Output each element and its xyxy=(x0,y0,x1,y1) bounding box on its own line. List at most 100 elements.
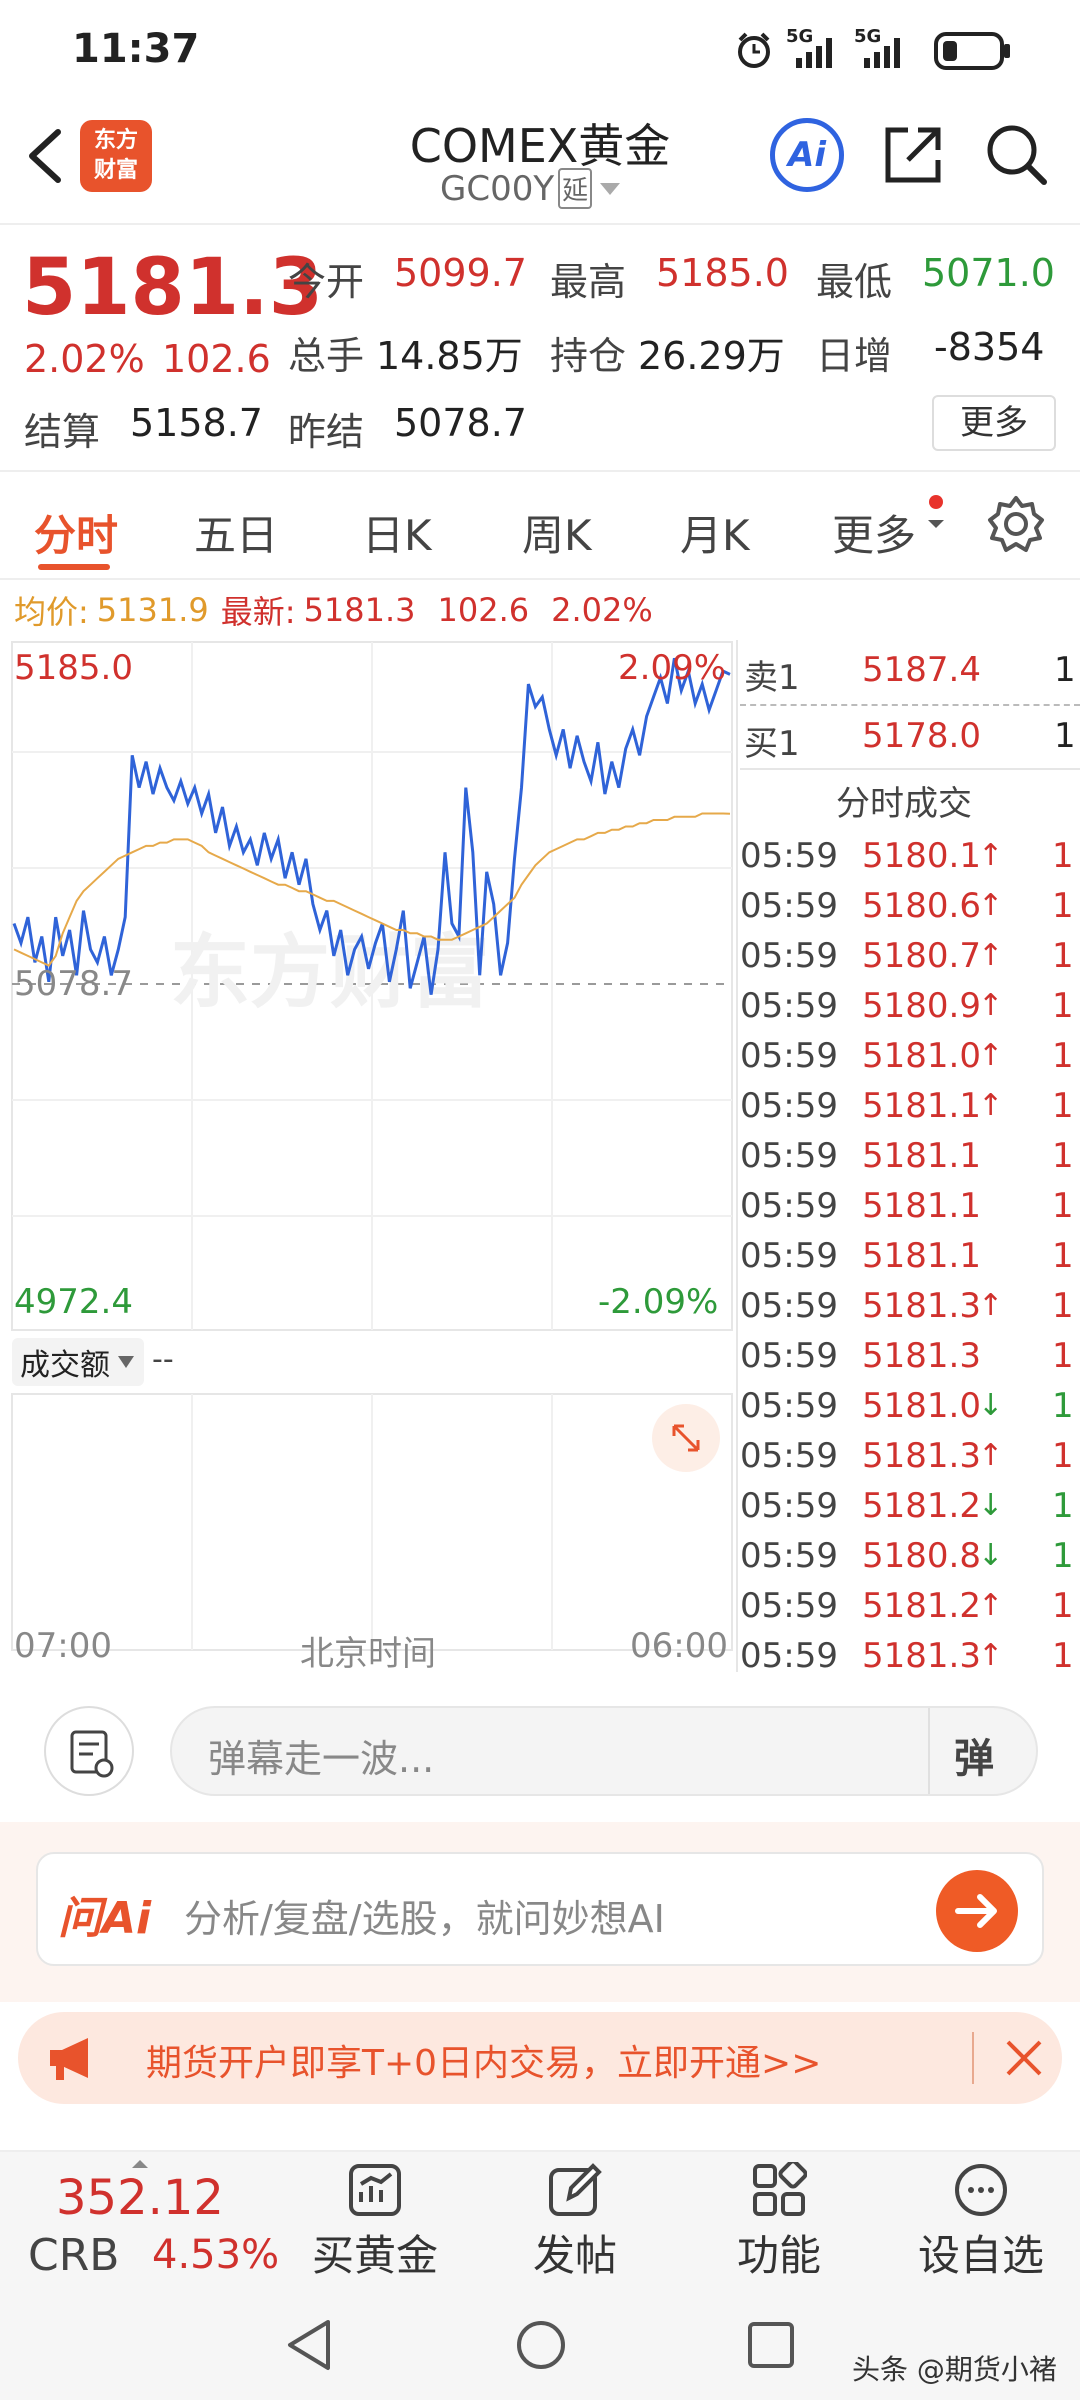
ask-price: 5187.4 xyxy=(862,650,981,690)
trade-price: 5181.3 xyxy=(862,1286,981,1326)
system-recents-icon[interactable] xyxy=(746,2320,796,2370)
tab-more[interactable]: 更多 xyxy=(832,502,916,563)
comment-settings-button[interactable] xyxy=(44,1706,134,1796)
tab-monthly-k[interactable]: 月K xyxy=(680,502,750,563)
instrument-code-row[interactable]: GC00Y 延 xyxy=(440,168,624,209)
search-icon[interactable] xyxy=(984,122,1050,188)
nav-buy-gold[interactable]: 买黄金 xyxy=(300,2162,450,2283)
open-value: 5099.7 xyxy=(394,251,527,295)
nav-functions[interactable]: 功能 xyxy=(704,2159,854,2283)
trade-row: 05:59 5181.0 ↓ 1 xyxy=(740,1386,1080,1436)
intraday-chart-area[interactable]: 东方财富 5185.0 2.09% 5078.7 4972.4 -2.09% 成… xyxy=(0,580,1080,1676)
caret-up-icon xyxy=(132,2160,148,2168)
tab-daily-k[interactable]: 日K xyxy=(362,502,432,563)
trade-row: 05:59 5180.8 ↓ 1 xyxy=(740,1536,1080,1586)
promo-divider xyxy=(972,2032,974,2084)
trade-price: 5181.0 xyxy=(862,1036,981,1076)
trade-time: 05:59 xyxy=(740,1186,838,1226)
trade-price: 5180.9 xyxy=(862,986,981,1026)
trade-qty: 1 xyxy=(1052,1036,1074,1076)
x-axis-label: 北京时间 xyxy=(300,1634,436,1674)
trade-arrow-icon: ↑ xyxy=(978,1038,1004,1073)
nav-post[interactable]: 发帖 xyxy=(500,2162,650,2283)
trade-row: 05:59 5181.3 ↑ 1 xyxy=(740,1636,1080,1686)
trade-price: 5181.0 xyxy=(862,1386,981,1426)
app-header: 东方 财富 COMEX黄金 GC00Y 延 Ai xyxy=(0,100,1080,225)
trade-row: 05:59 5181.3 1 xyxy=(740,1336,1080,1386)
trade-time: 05:59 xyxy=(740,1236,838,1276)
trades-title: 分时成交 xyxy=(836,784,972,824)
trade-price: 5181.2 xyxy=(862,1486,981,1526)
trade-price: 5181.1 xyxy=(862,1136,981,1176)
trade-qty: 1 xyxy=(1052,886,1074,926)
arrow-right-icon xyxy=(955,1894,997,1928)
trade-price: 5181.3 xyxy=(862,1436,981,1476)
daily-increase-value: -8354 xyxy=(934,325,1045,369)
trade-time: 05:59 xyxy=(740,1386,838,1426)
trade-price: 5180.7 xyxy=(862,936,981,976)
trade-qty: 1 xyxy=(1052,1136,1074,1176)
document-settings-icon xyxy=(70,1730,114,1778)
system-home-icon[interactable] xyxy=(514,2318,568,2372)
settle-label: 结算 xyxy=(24,410,101,454)
settle-value: 5158.7 xyxy=(130,401,263,445)
system-back-icon[interactable] xyxy=(284,2318,334,2372)
quote-panel: 5181.3 2.02% 102.6 今开 5099.7 最高 5185.0 最… xyxy=(0,225,1080,465)
settings-gear-icon[interactable] xyxy=(986,494,1046,554)
trade-qty: 1 xyxy=(1052,1586,1074,1626)
nav-add-watchlist[interactable]: 设自选 xyxy=(906,2162,1056,2283)
trade-time: 05:59 xyxy=(740,1636,838,1676)
trade-time: 05:59 xyxy=(740,1136,838,1176)
crb-index-value[interactable]: 352.12 xyxy=(56,2170,224,2226)
ai-search-bar[interactable]: 问Ai 分析/复盘/选股，就问妙想AI xyxy=(36,1852,1044,1966)
trade-price: 5181.2 xyxy=(862,1586,981,1626)
trade-time: 05:59 xyxy=(740,1586,838,1626)
trade-time: 05:59 xyxy=(740,1286,838,1326)
trade-row: 05:59 5180.7 ↑ 1 xyxy=(740,936,1080,986)
intraday-price-chart[interactable]: 东方财富 xyxy=(0,640,740,1730)
tab-weekly-k[interactable]: 周K xyxy=(522,502,592,563)
nav-add-watchlist-label: 设自选 xyxy=(917,2231,1044,2280)
instrument-code: GC00Y xyxy=(440,168,555,209)
y-base-price: 5078.7 xyxy=(14,964,133,1004)
x-end-time: 06:00 xyxy=(630,1626,728,1666)
promo-banner[interactable]: 期货开户即享T+0日内交易，立即开通>> xyxy=(18,2012,1062,2104)
y-top-price: 5185.0 xyxy=(14,648,133,688)
signal-icon xyxy=(864,38,900,68)
expand-chart-button[interactable] xyxy=(652,1404,720,1472)
nav-post-label: 发帖 xyxy=(532,2231,617,2280)
bottom-navigation: 352.12 CRB 4.53% 买黄金 发帖 功能 设自选 xyxy=(0,2150,1080,2290)
trade-qty: 1 xyxy=(1052,1336,1074,1376)
tab-five-day[interactable]: 五日 xyxy=(194,502,278,563)
trade-row: 05:59 5181.3 ↑ 1 xyxy=(740,1286,1080,1336)
close-icon[interactable] xyxy=(1004,2038,1044,2078)
trade-qty: 1 xyxy=(1052,936,1074,976)
trade-row: 05:59 5181.1 1 xyxy=(740,1236,1080,1286)
low-label: 最低 xyxy=(816,260,893,304)
trade-price: 5181.1 xyxy=(862,1236,981,1276)
status-time: 11:37 xyxy=(72,26,200,72)
volume-indicator-selector[interactable]: 成交额 xyxy=(12,1338,144,1386)
tab-intraday[interactable]: 分时 xyxy=(34,502,118,563)
change-pct: 2.02% xyxy=(24,337,145,381)
ai-button[interactable]: Ai xyxy=(770,118,844,192)
bid-label: 买1 xyxy=(744,724,800,764)
more-button[interactable]: 更多 xyxy=(932,395,1056,451)
trade-row: 05:59 5181.2 ↓ 1 xyxy=(740,1486,1080,1536)
ai-submit-button[interactable] xyxy=(936,1870,1018,1952)
trade-arrow-icon: ↑ xyxy=(978,988,1004,1023)
footer-watermark: 头条 @期货小褚 xyxy=(852,2353,1057,2386)
bid-price: 5178.0 xyxy=(862,716,981,756)
volume-label: 总手 xyxy=(288,334,365,378)
battery-icon xyxy=(934,32,1010,70)
change-value: 102.6 xyxy=(162,337,271,381)
trade-arrow-icon: ↑ xyxy=(978,1588,1004,1623)
share-icon[interactable] xyxy=(880,122,946,188)
system-navigation-bar: 头条 @期货小褚 xyxy=(0,2290,1080,2400)
danmaku-input-bar[interactable]: 弹幕走一波... 弹 xyxy=(170,1706,1038,1796)
back-arrow-icon[interactable] xyxy=(22,126,66,186)
trade-time: 05:59 xyxy=(740,986,838,1026)
ask-label: 卖1 xyxy=(744,658,800,698)
nav-buy-gold-label: 买黄金 xyxy=(311,2231,438,2280)
danmaku-toggle-button[interactable]: 弹 xyxy=(954,1726,994,1784)
